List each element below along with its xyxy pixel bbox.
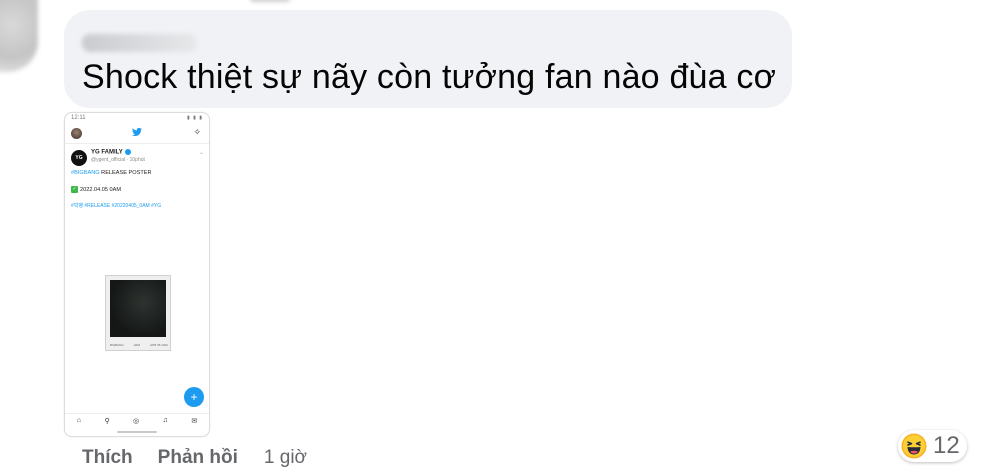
poster-caption: BIGBANG 0AM APR 05 2022	[110, 343, 168, 347]
commenter-avatar[interactable]	[0, 0, 38, 72]
twitter-bird-icon	[132, 127, 142, 137]
yg-logo-icon: YG	[71, 150, 87, 166]
spaces-icon: ◎	[133, 417, 140, 425]
previous-comment-blur	[250, 0, 290, 2]
messages-icon: ✉	[191, 417, 198, 425]
comment-bubble: Shock thiệt sự nãy còn tưởng fan nào đùa…	[64, 10, 792, 108]
phone-status-time: 12:11	[71, 115, 86, 121]
tweet-poster-image: BIGBANG 0AM APR 05 2022	[105, 275, 171, 351]
comment-timestamp[interactable]: 1 giờ	[264, 447, 307, 469]
compose-tweet-icon: +	[184, 387, 204, 407]
reaction-summary[interactable]: 12	[898, 430, 967, 462]
like-button[interactable]: Thích	[82, 447, 133, 469]
search-icon: ⚲	[104, 417, 110, 425]
home-icon: ⌂	[76, 417, 81, 424]
comment-actions: Thích Phản hồi 1 giờ	[82, 447, 307, 469]
tweet-text-line2: ✓ 2022.04.05 0AM	[71, 186, 122, 193]
sparkle-icon: ✧	[193, 127, 201, 137]
tweet-account-handle: @ygent_official · 10phút	[91, 157, 145, 163]
check-mark-icon: ✓	[71, 186, 78, 193]
tweet-hashtags: #빅뱅 #RELEASE #20220405_0AM #YG	[71, 203, 162, 209]
commenter-name-blurred[interactable]	[82, 34, 197, 52]
reaction-count: 12	[933, 432, 960, 459]
tweet-account-name: YG FAMILY	[91, 149, 131, 156]
phone-status-icons: ▮ ▮ ▮	[186, 115, 203, 121]
phone-bottom-nav: ⌂ ⚲ ◎ ♫ ✉	[65, 413, 209, 427]
notifications-icon: ♫	[162, 417, 168, 424]
tweet-more-icon: ⌄	[198, 150, 204, 156]
reply-button[interactable]: Phản hồi	[158, 447, 238, 469]
poster-dark-image	[110, 280, 166, 337]
phone-header-divider	[65, 143, 209, 144]
attached-screenshot[interactable]: 12:11 ▮ ▮ ▮ ✧ YG YG FAMILY @ygent_offici…	[64, 112, 210, 437]
verified-badge-icon	[124, 149, 131, 155]
tweet-text-line1: #BIGBANG RELEASE POSTER	[71, 170, 152, 176]
haha-emoji-icon	[901, 433, 927, 459]
comment-text: Shock thiệt sự nãy còn tưởng fan nào đùa…	[82, 58, 777, 96]
phone-profile-avatar	[71, 128, 82, 139]
phone-home-indicator	[117, 431, 157, 433]
